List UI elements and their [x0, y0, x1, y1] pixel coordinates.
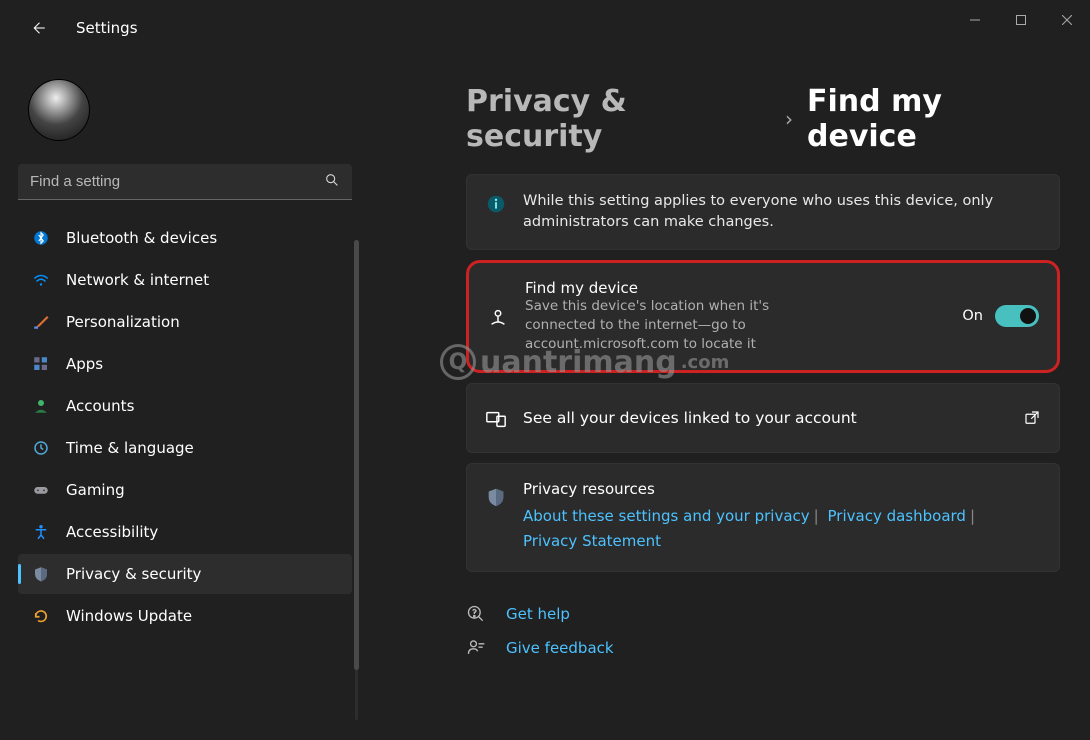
page-title: Find my device [807, 84, 1060, 154]
update-icon [32, 607, 50, 625]
sidebar-item-label: Bluetooth & devices [66, 229, 217, 247]
sidebar-item-privacy[interactable]: Privacy & security [18, 554, 352, 594]
sidebar-item-label: Time & language [66, 439, 194, 457]
privacy-resources-title: Privacy resources [523, 480, 1041, 498]
shield-icon [485, 486, 507, 508]
privacy-link-dashboard[interactable]: Privacy dashboard [828, 507, 966, 525]
sidebar: Bluetooth & devices Network & internet P… [18, 74, 358, 740]
main-content: Privacy & security › Find my device Whil… [358, 74, 1090, 740]
sidebar-item-time[interactable]: Time & language [18, 428, 352, 468]
wifi-icon [32, 271, 50, 289]
sidebar-nav: Bluetooth & devices Network & internet P… [18, 218, 354, 636]
open-external-icon [1023, 409, 1041, 427]
search-input[interactable] [30, 173, 324, 190]
info-text: While this setting applies to everyone w… [523, 191, 1041, 233]
find-my-device-card: Find my device Save this device's locati… [466, 260, 1060, 373]
sidebar-item-label: Gaming [66, 481, 125, 499]
header: Settings [28, 18, 138, 38]
sidebar-item-apps[interactable]: Apps [18, 344, 352, 384]
privacy-resources-card: Privacy resources About these settings a… [466, 463, 1060, 572]
give-feedback-link[interactable]: Give feedback [466, 638, 1060, 658]
sidebar-item-accessibility[interactable]: Accessibility [18, 512, 352, 552]
location-pin-icon [487, 306, 509, 328]
sidebar-item-network[interactable]: Network & internet [18, 260, 352, 300]
info-icon [485, 193, 507, 215]
minimize-button[interactable] [952, 0, 998, 40]
privacy-link-statement[interactable]: Privacy Statement [523, 532, 661, 550]
accessibility-icon [32, 523, 50, 541]
sidebar-scrollbar[interactable] [355, 240, 358, 720]
linked-devices-label: See all your devices linked to your acco… [523, 409, 1007, 427]
paintbrush-icon [32, 313, 50, 331]
devices-icon [485, 408, 507, 430]
clock-globe-icon [32, 439, 50, 457]
sidebar-item-personalization[interactable]: Personalization [18, 302, 352, 342]
sidebar-item-label: Accessibility [66, 523, 158, 541]
person-icon [32, 397, 50, 415]
sidebar-item-label: Accounts [66, 397, 134, 415]
sidebar-item-label: Apps [66, 355, 103, 373]
close-button[interactable] [1044, 0, 1090, 40]
breadcrumb-parent[interactable]: Privacy & security [466, 84, 771, 154]
sidebar-item-label: Network & internet [66, 271, 209, 289]
get-help-label: Get help [506, 605, 570, 623]
back-button[interactable] [28, 18, 48, 38]
sidebar-item-update[interactable]: Windows Update [18, 596, 352, 636]
gamepad-icon [32, 481, 50, 499]
search-icon [324, 172, 340, 192]
help-icon [466, 604, 486, 624]
maximize-button[interactable] [998, 0, 1044, 40]
setting-title: Find my device [525, 279, 946, 297]
bluetooth-icon [32, 229, 50, 247]
feedback-icon [466, 638, 486, 658]
setting-description: Save this device's location when it's co… [525, 297, 805, 354]
sidebar-item-gaming[interactable]: Gaming [18, 470, 352, 510]
profile-block[interactable] [18, 74, 358, 160]
get-help-link[interactable]: Get help [466, 604, 1060, 624]
apps-icon [32, 355, 50, 373]
find-my-device-toggle[interactable] [995, 305, 1039, 327]
chevron-right-icon: › [785, 107, 793, 131]
toggle-state-label: On [962, 308, 983, 324]
linked-devices-card[interactable]: See all your devices linked to your acco… [466, 383, 1060, 453]
app-title: Settings [76, 19, 138, 37]
privacy-link-about[interactable]: About these settings and your privacy [523, 507, 810, 525]
sidebar-item-label: Privacy & security [66, 565, 201, 583]
scrollbar-thumb[interactable] [354, 240, 359, 670]
window-titlebar [0, 0, 1090, 40]
avatar [28, 79, 90, 141]
info-banner: While this setting applies to everyone w… [466, 174, 1060, 250]
search-box[interactable] [18, 164, 352, 200]
breadcrumb: Privacy & security › Find my device [466, 84, 1060, 154]
sidebar-item-bluetooth[interactable]: Bluetooth & devices [18, 218, 352, 258]
sidebar-item-label: Windows Update [66, 607, 192, 625]
give-feedback-label: Give feedback [506, 639, 614, 657]
sidebar-item-accounts[interactable]: Accounts [18, 386, 352, 426]
shield-icon [32, 565, 50, 583]
sidebar-item-label: Personalization [66, 313, 180, 331]
footer-links: Get help Give feedback [466, 604, 1060, 658]
